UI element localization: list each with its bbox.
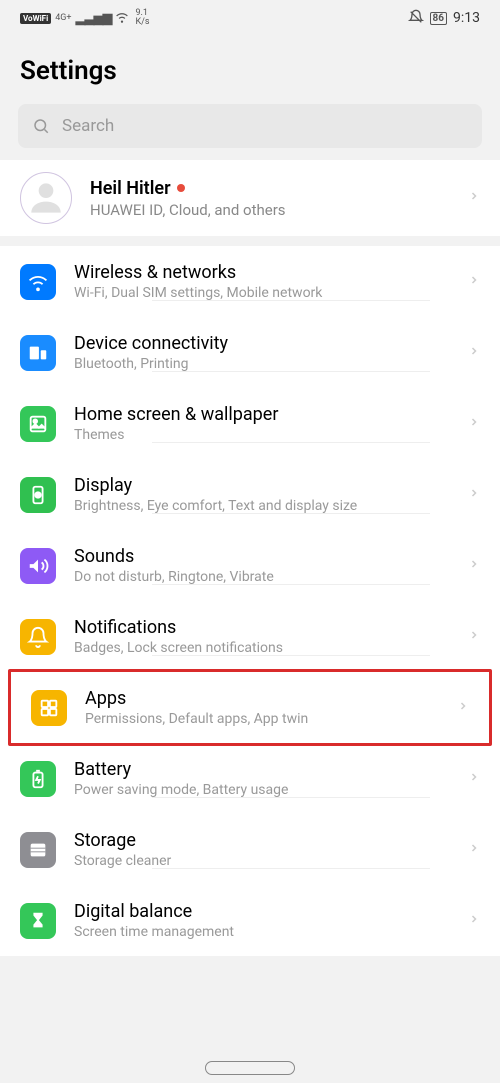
notification-dot-icon	[177, 184, 185, 192]
settings-list: Wireless & networks Wi-Fi, Dual SIM setti…	[0, 246, 500, 956]
home-indicator[interactable]	[205, 1061, 295, 1075]
mute-icon	[408, 9, 424, 28]
battery-icon	[20, 761, 56, 797]
chevron-right-icon	[468, 186, 480, 210]
item-text: Sounds Do not disturb, Ringtone, Vibrate	[74, 546, 450, 585]
profile-row[interactable]: Heil Hitler HUAWEI ID, Cloud, and others	[0, 160, 500, 236]
item-sub: Themes	[74, 427, 450, 443]
item-text: Device connectivity Bluetooth, Printing	[74, 333, 450, 372]
storage-icon	[20, 832, 56, 868]
wifi-icon	[115, 10, 129, 27]
page-header: Settings	[0, 36, 500, 98]
search-icon	[32, 117, 50, 135]
item-title: Digital balance	[74, 901, 450, 922]
search-placeholder: Search	[62, 116, 114, 136]
item-text: Digital balance Screen time management	[74, 901, 450, 940]
item-text: Wireless & networks Wi-Fi, Dual SIM setti…	[74, 262, 450, 301]
settings-item-sound[interactable]: Sounds Do not disturb, Ringtone, Vibrate	[0, 530, 500, 601]
item-sub: Power saving mode, Battery usage	[74, 782, 450, 798]
settings-item-battery[interactable]: Battery Power saving mode, Battery usage	[0, 743, 500, 814]
chevron-right-icon	[468, 270, 480, 294]
chevron-right-icon	[457, 696, 469, 720]
item-sub: Do not disturb, Ringtone, Vibrate	[74, 569, 450, 585]
clock: 9:13	[453, 10, 480, 26]
settings-item-devices[interactable]: Device connectivity Bluetooth, Printing	[0, 317, 500, 388]
avatar	[20, 172, 72, 224]
item-sub: Brightness, Eye comfort, Text and displa…	[74, 498, 450, 514]
profile-name: Heil Hitler	[90, 178, 171, 199]
settings-item-display[interactable]: Display Brightness, Eye comfort, Text and…	[0, 459, 500, 530]
search-input[interactable]: Search	[18, 104, 482, 148]
status-right: 86 9:13	[408, 9, 480, 28]
hourglass-icon	[20, 903, 56, 939]
display-icon	[20, 477, 56, 513]
page-title: Settings	[20, 56, 480, 86]
item-title: Storage	[74, 830, 450, 851]
settings-item-storage[interactable]: Storage Storage cleaner	[0, 814, 500, 885]
speed-indicator: 9.1 K/s	[135, 9, 149, 27]
sound-icon	[20, 548, 56, 584]
bell-icon	[20, 619, 56, 655]
profile-sub: HUAWEI ID, Cloud, and others	[90, 201, 450, 219]
vowifi-badge: VoWiFi	[20, 13, 51, 24]
chevron-right-icon	[468, 483, 480, 507]
item-sub: Bluetooth, Printing	[74, 356, 450, 372]
battery-indicator: 86	[430, 12, 447, 25]
item-title: Battery	[74, 759, 450, 780]
apps-icon	[31, 690, 67, 726]
item-text: Display Brightness, Eye comfort, Text and…	[74, 475, 450, 514]
item-sub: Screen time management	[74, 924, 450, 940]
network-label: 4G+	[55, 13, 71, 23]
settings-item-apps[interactable]: Apps Permissions, Default apps, App twin	[11, 672, 489, 743]
item-sub: Permissions, Default apps, App twin	[85, 711, 439, 727]
profile-text: Heil Hitler HUAWEI ID, Cloud, and others	[90, 178, 450, 219]
item-title: Home screen & wallpaper	[74, 404, 450, 425]
chevron-right-icon	[468, 767, 480, 791]
wifi-icon	[20, 264, 56, 300]
chevron-right-icon	[468, 625, 480, 649]
item-text: Storage Storage cleaner	[74, 830, 450, 869]
item-sub: Storage cleaner	[74, 853, 450, 869]
settings-item-wifi[interactable]: Wireless & networks Wi-Fi, Dual SIM setti…	[0, 246, 500, 317]
item-sub: Badges, Lock screen notifications	[74, 640, 450, 656]
item-text: Home screen & wallpaper Themes	[74, 404, 450, 443]
chevron-right-icon	[468, 412, 480, 436]
item-title: Apps	[85, 688, 439, 709]
chevron-right-icon	[468, 554, 480, 578]
signal-icon: ▂▃▅▆	[75, 11, 111, 26]
settings-item-bell[interactable]: Notifications Badges, Lock screen notific…	[0, 601, 500, 672]
settings-item-wallpaper[interactable]: Home screen & wallpaper Themes	[0, 388, 500, 459]
item-text: Notifications Badges, Lock screen notific…	[74, 617, 450, 656]
devices-icon	[20, 335, 56, 371]
item-text: Battery Power saving mode, Battery usage	[74, 759, 450, 798]
item-title: Device connectivity	[74, 333, 450, 354]
item-sub: Wi-Fi, Dual SIM settings, Mobile network	[74, 285, 450, 301]
status-left: VoWiFi 4G+ ▂▃▅▆ 9.1 K/s	[20, 9, 150, 27]
item-title: Wireless & networks	[74, 262, 450, 283]
section-gap	[0, 236, 500, 246]
item-title: Display	[74, 475, 450, 496]
status-bar: VoWiFi 4G+ ▂▃▅▆ 9.1 K/s 86 9:13	[0, 0, 500, 36]
item-text: Apps Permissions, Default apps, App twin	[85, 688, 439, 727]
settings-item-hourglass[interactable]: Digital balance Screen time management	[0, 885, 500, 956]
wallpaper-icon	[20, 406, 56, 442]
chevron-right-icon	[468, 341, 480, 365]
item-title: Notifications	[74, 617, 450, 638]
chevron-right-icon	[468, 909, 480, 933]
chevron-right-icon	[468, 838, 480, 862]
item-title: Sounds	[74, 546, 450, 567]
